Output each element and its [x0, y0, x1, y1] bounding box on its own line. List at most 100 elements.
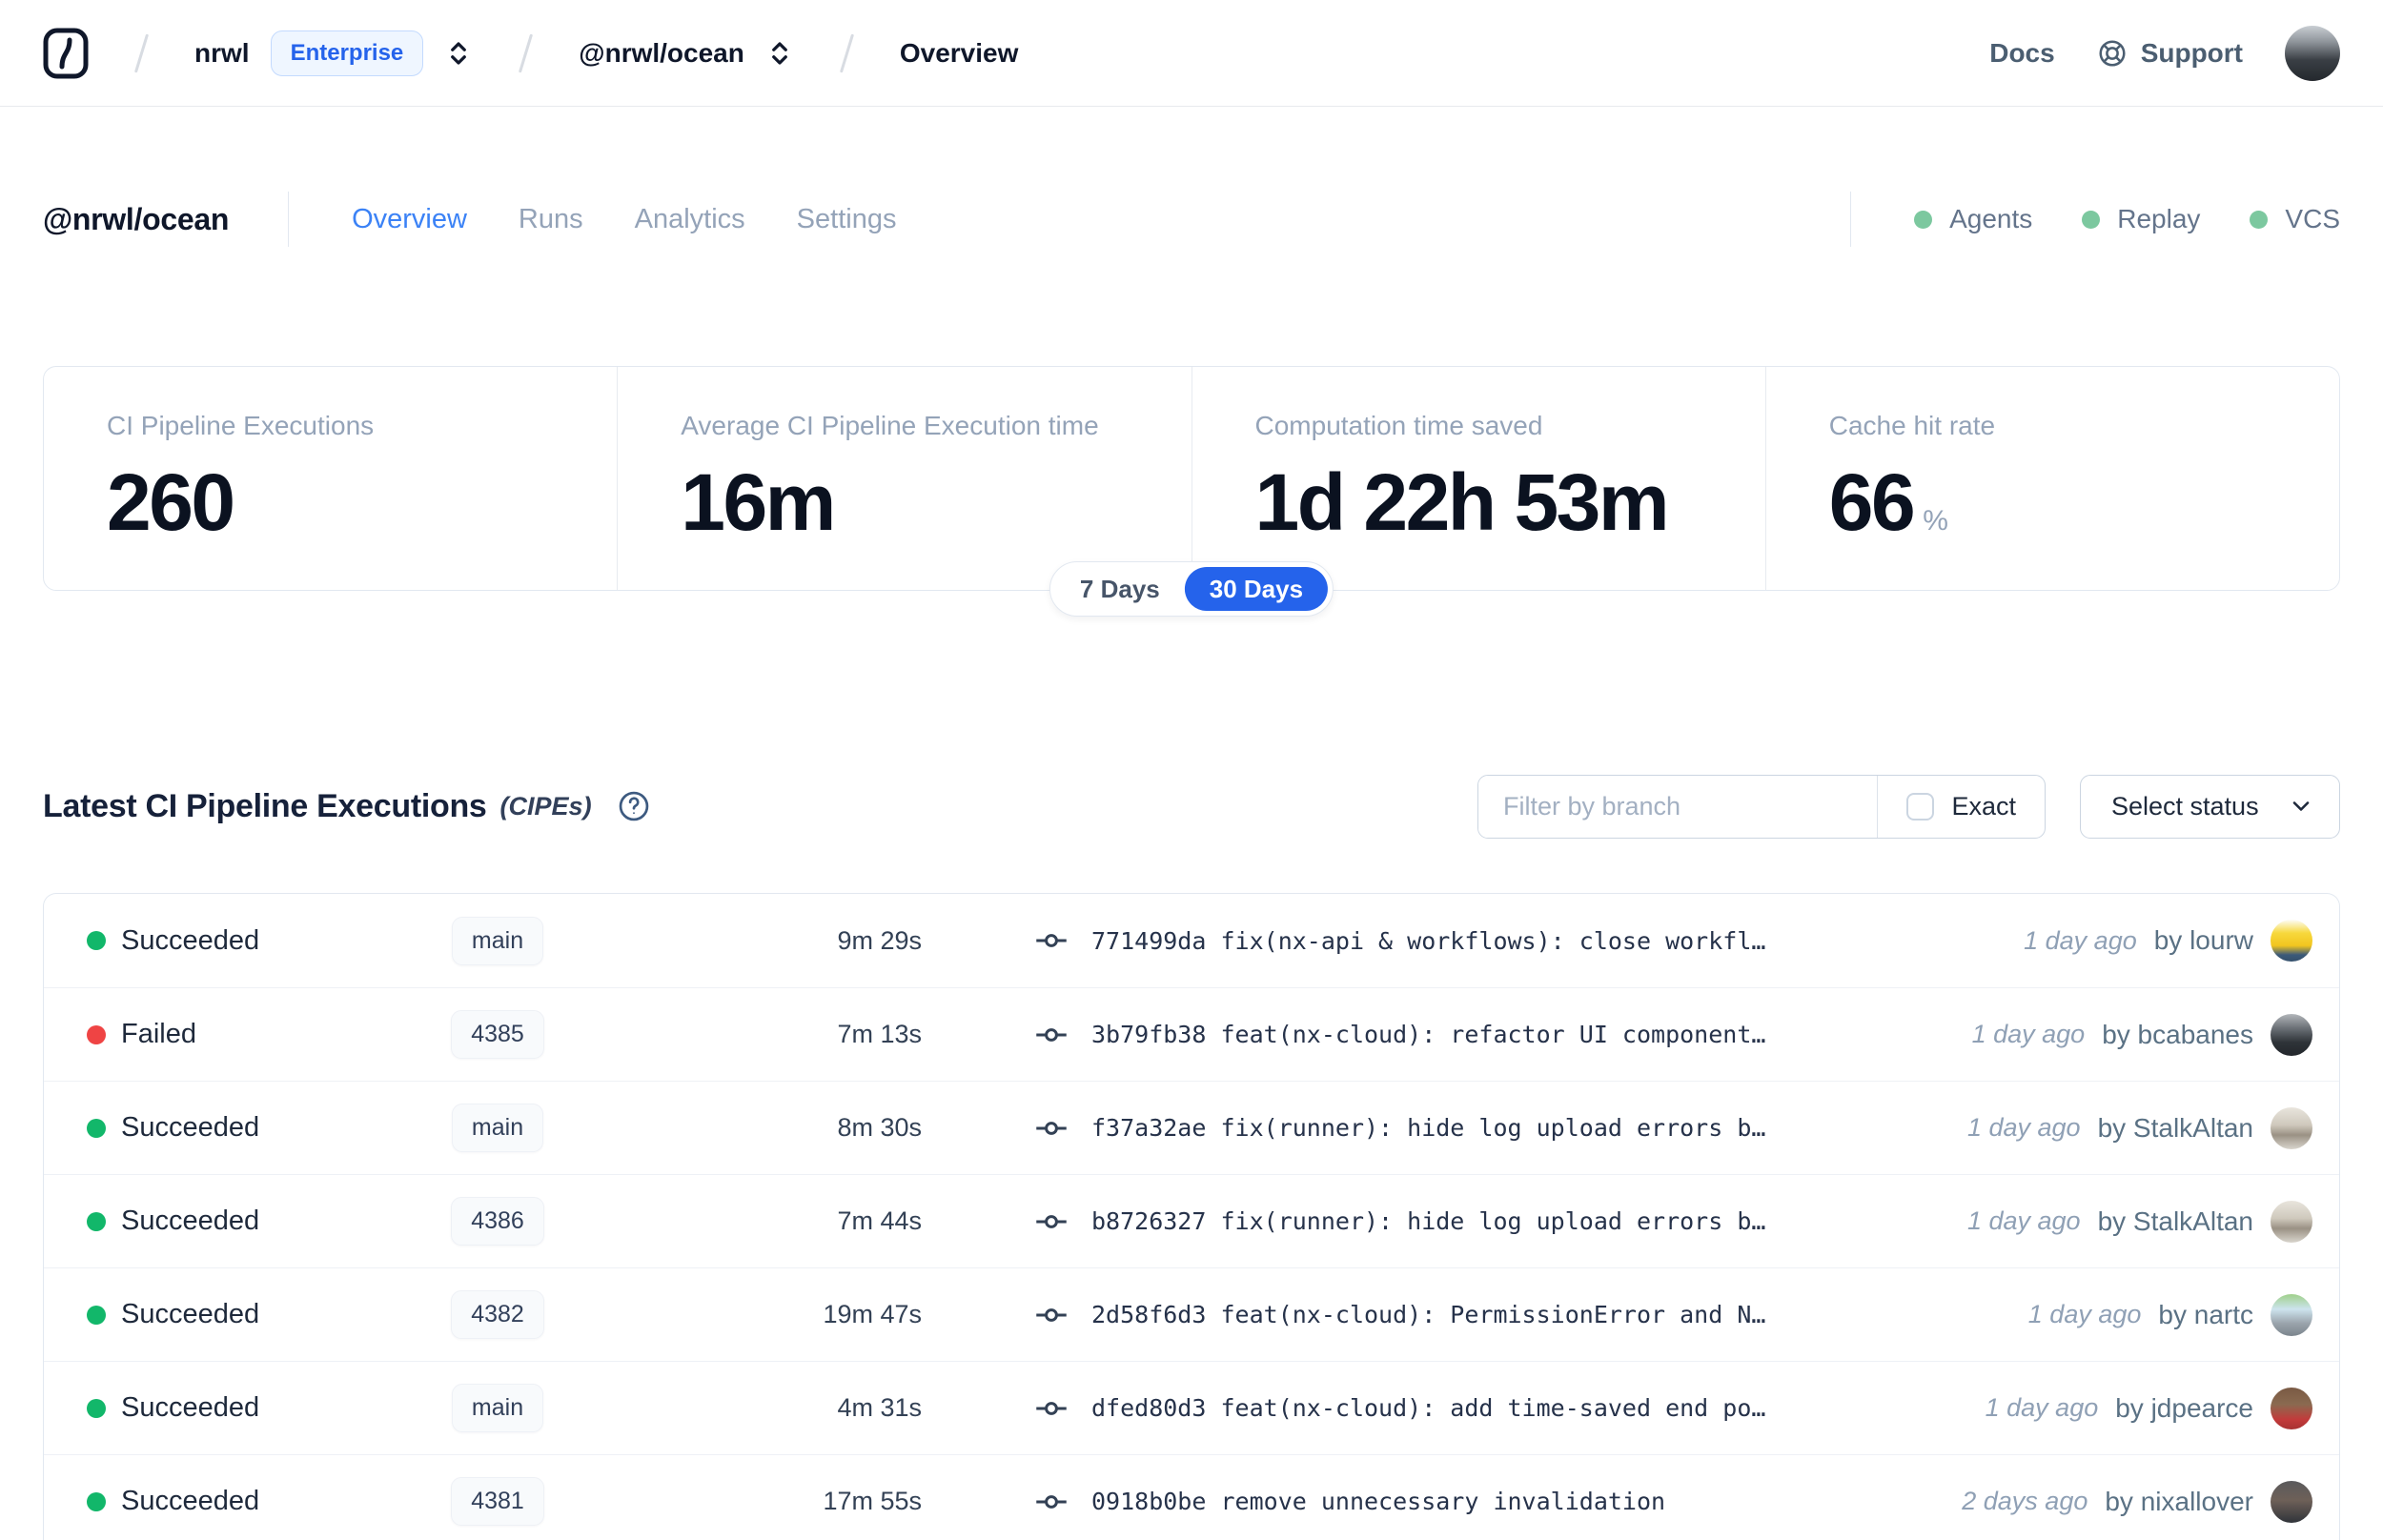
branch-filter-group: Exact: [1477, 774, 2046, 839]
breadcrumb-slash: [839, 32, 854, 73]
divider: [1850, 192, 1852, 247]
commit-sha[interactable]: 771499da: [1091, 927, 1206, 955]
table-row[interactable]: Succeeded 4382 19m 47s 2d58f6d3 feat(nx-…: [44, 1267, 2339, 1361]
table-row[interactable]: Succeeded main 9m 29s 771499da fix(nx-ap…: [44, 894, 2339, 987]
branch-badge[interactable]: main: [451, 916, 544, 965]
commit-sha[interactable]: f37a32ae: [1091, 1114, 1206, 1142]
chevron-down-icon: [2292, 801, 2310, 811]
breadcrumb-workspace[interactable]: @nrwl/ocean: [579, 38, 744, 69]
table-row[interactable]: Failed 4385 7m 13s 3b79fb38 feat(nx-clou…: [44, 987, 2339, 1081]
commit-sha[interactable]: 0918b0be: [1091, 1488, 1206, 1515]
time-ago: 1 day ago: [1971, 1020, 2086, 1048]
status-label: Succeeded: [121, 1206, 260, 1236]
breadcrumb-page: Overview: [899, 37, 1019, 68]
branch-badge[interactable]: 4386: [451, 1197, 544, 1246]
range-30-days[interactable]: 30 Days: [1184, 567, 1329, 611]
table-row[interactable]: Succeeded main 4m 31s dfed80d3 feat(nx-c…: [44, 1361, 2339, 1454]
time-ago: 1 day ago: [1966, 1113, 2081, 1142]
commit-sha[interactable]: 3b79fb38: [1091, 1021, 1206, 1048]
commit-sha[interactable]: dfed80d3: [1091, 1394, 1206, 1422]
status-indicators: Agents Replay VCS: [1791, 192, 2340, 247]
org-selector-chevrons-icon[interactable]: [444, 37, 473, 70]
branch-badge[interactable]: main: [451, 1384, 544, 1432]
duration: 19m 47s: [823, 1300, 922, 1328]
lifebuoy-icon: [2099, 39, 2126, 67]
indicator-agents[interactable]: Agents: [1914, 204, 2032, 234]
green-dot-icon: [2250, 210, 2269, 229]
branch-badge[interactable]: 4385: [451, 1010, 544, 1059]
status-dot: [87, 1211, 106, 1231]
filters: Exact Select status: [1477, 774, 2340, 839]
author-avatar: [2271, 1200, 2312, 1243]
exact-checkbox[interactable]: [1906, 792, 1935, 821]
author-avatar: [2271, 1387, 2312, 1429]
status-select-button[interactable]: Select status: [2080, 774, 2340, 839]
author: by nixallover: [2105, 1486, 2253, 1516]
commit-message: fix(runner): hide log upload errors b…: [1220, 1207, 1766, 1235]
support-link[interactable]: Support: [2097, 38, 2243, 69]
tab-analytics[interactable]: Analytics: [635, 204, 745, 235]
stats-cards: CI Pipeline Executions 260 Average CI Pi…: [43, 366, 2340, 617]
stat-ci-pipeline-executions: CI Pipeline Executions 260: [107, 411, 375, 547]
duration: 7m 44s: [837, 1206, 922, 1235]
section-title-suffix: (CIPEs): [499, 791, 592, 821]
stat-value: 66: [1828, 457, 1916, 547]
table-row[interactable]: Succeeded 4381 17m 55s 0918b0be remove u…: [44, 1454, 2339, 1540]
workspace-header: @nrwl/ocean Overview Runs Analytics Sett…: [0, 175, 2383, 263]
branch-badge[interactable]: main: [451, 1104, 544, 1152]
author: by lourw: [2153, 925, 2253, 955]
plan-badge: Enterprise: [270, 30, 424, 76]
author: by nartc: [2158, 1299, 2253, 1329]
author-avatar: [2271, 920, 2312, 962]
time-ago: 1 day ago: [2024, 925, 2137, 955]
table-row[interactable]: Succeeded main 8m 30s f37a32ae fix(runne…: [44, 1081, 2339, 1174]
indicator-vcs[interactable]: VCS: [2250, 204, 2340, 234]
divider: [288, 192, 290, 247]
commit-sha[interactable]: b8726327: [1091, 1207, 1206, 1235]
exact-filter: Exact: [1877, 775, 2045, 838]
git-commit-icon: [1034, 1205, 1069, 1239]
stat-average-execution-time: Average CI Pipeline Execution time 16m: [617, 367, 1191, 590]
tab-settings[interactable]: Settings: [797, 204, 897, 235]
duration: 7m 13s: [837, 1020, 922, 1048]
table-row[interactable]: Succeeded 4386 7m 44s b8726327 fix(runne…: [44, 1174, 2339, 1267]
range-7-days[interactable]: 7 Days: [1055, 575, 1185, 604]
author-avatar: [2271, 1293, 2312, 1336]
branch-badge[interactable]: 4381: [451, 1477, 544, 1526]
status-dot: [87, 931, 106, 950]
branch-badge[interactable]: 4382: [451, 1290, 544, 1339]
status-dot: [87, 1024, 106, 1044]
green-dot-icon: [1914, 210, 1933, 229]
git-commit-icon: [1034, 1018, 1069, 1052]
workspace-tabs: Overview Runs Analytics Settings: [352, 204, 896, 235]
branch-filter-input[interactable]: [1478, 775, 1878, 838]
author: by jdpearce: [2115, 1392, 2253, 1423]
commit-sha[interactable]: 2d58f6d3: [1091, 1301, 1206, 1328]
help-icon[interactable]: [617, 789, 651, 823]
exact-label: Exact: [1951, 791, 2016, 821]
status-label: Succeeded: [121, 924, 260, 956]
user-avatar[interactable]: [2285, 25, 2340, 81]
status-label: Failed: [121, 1019, 196, 1049]
status-label: Succeeded: [121, 1299, 260, 1329]
status-dot: [87, 1491, 106, 1511]
time-ago: 2 days ago: [1962, 1487, 2088, 1515]
author: by StalkAltan: [2097, 1112, 2253, 1143]
breadcrumb-org[interactable]: nrwl: [194, 38, 250, 69]
author-avatar: [2271, 1013, 2312, 1056]
duration: 4m 31s: [837, 1393, 922, 1422]
indicator-replay[interactable]: Replay: [2082, 204, 2200, 234]
section-title: Latest CI Pipeline Executions: [43, 787, 487, 824]
nx-cloud-logo[interactable]: [43, 28, 89, 79]
status-dot: [87, 1305, 106, 1325]
docs-link[interactable]: Docs: [1989, 38, 2054, 69]
tab-runs[interactable]: Runs: [519, 204, 583, 235]
stat-value: 1d 22h 53m: [1254, 457, 1670, 547]
duration: 17m 55s: [823, 1487, 922, 1515]
tab-overview[interactable]: Overview: [352, 204, 467, 235]
duration: 8m 30s: [837, 1113, 922, 1142]
author-avatar: [2271, 1106, 2312, 1149]
time-ago: 1 day ago: [1985, 1393, 2099, 1422]
top-navbar: nrwl Enterprise @nrwl/ocean Overview Doc…: [0, 0, 2383, 107]
workspace-selector-chevrons-icon[interactable]: [765, 37, 794, 70]
